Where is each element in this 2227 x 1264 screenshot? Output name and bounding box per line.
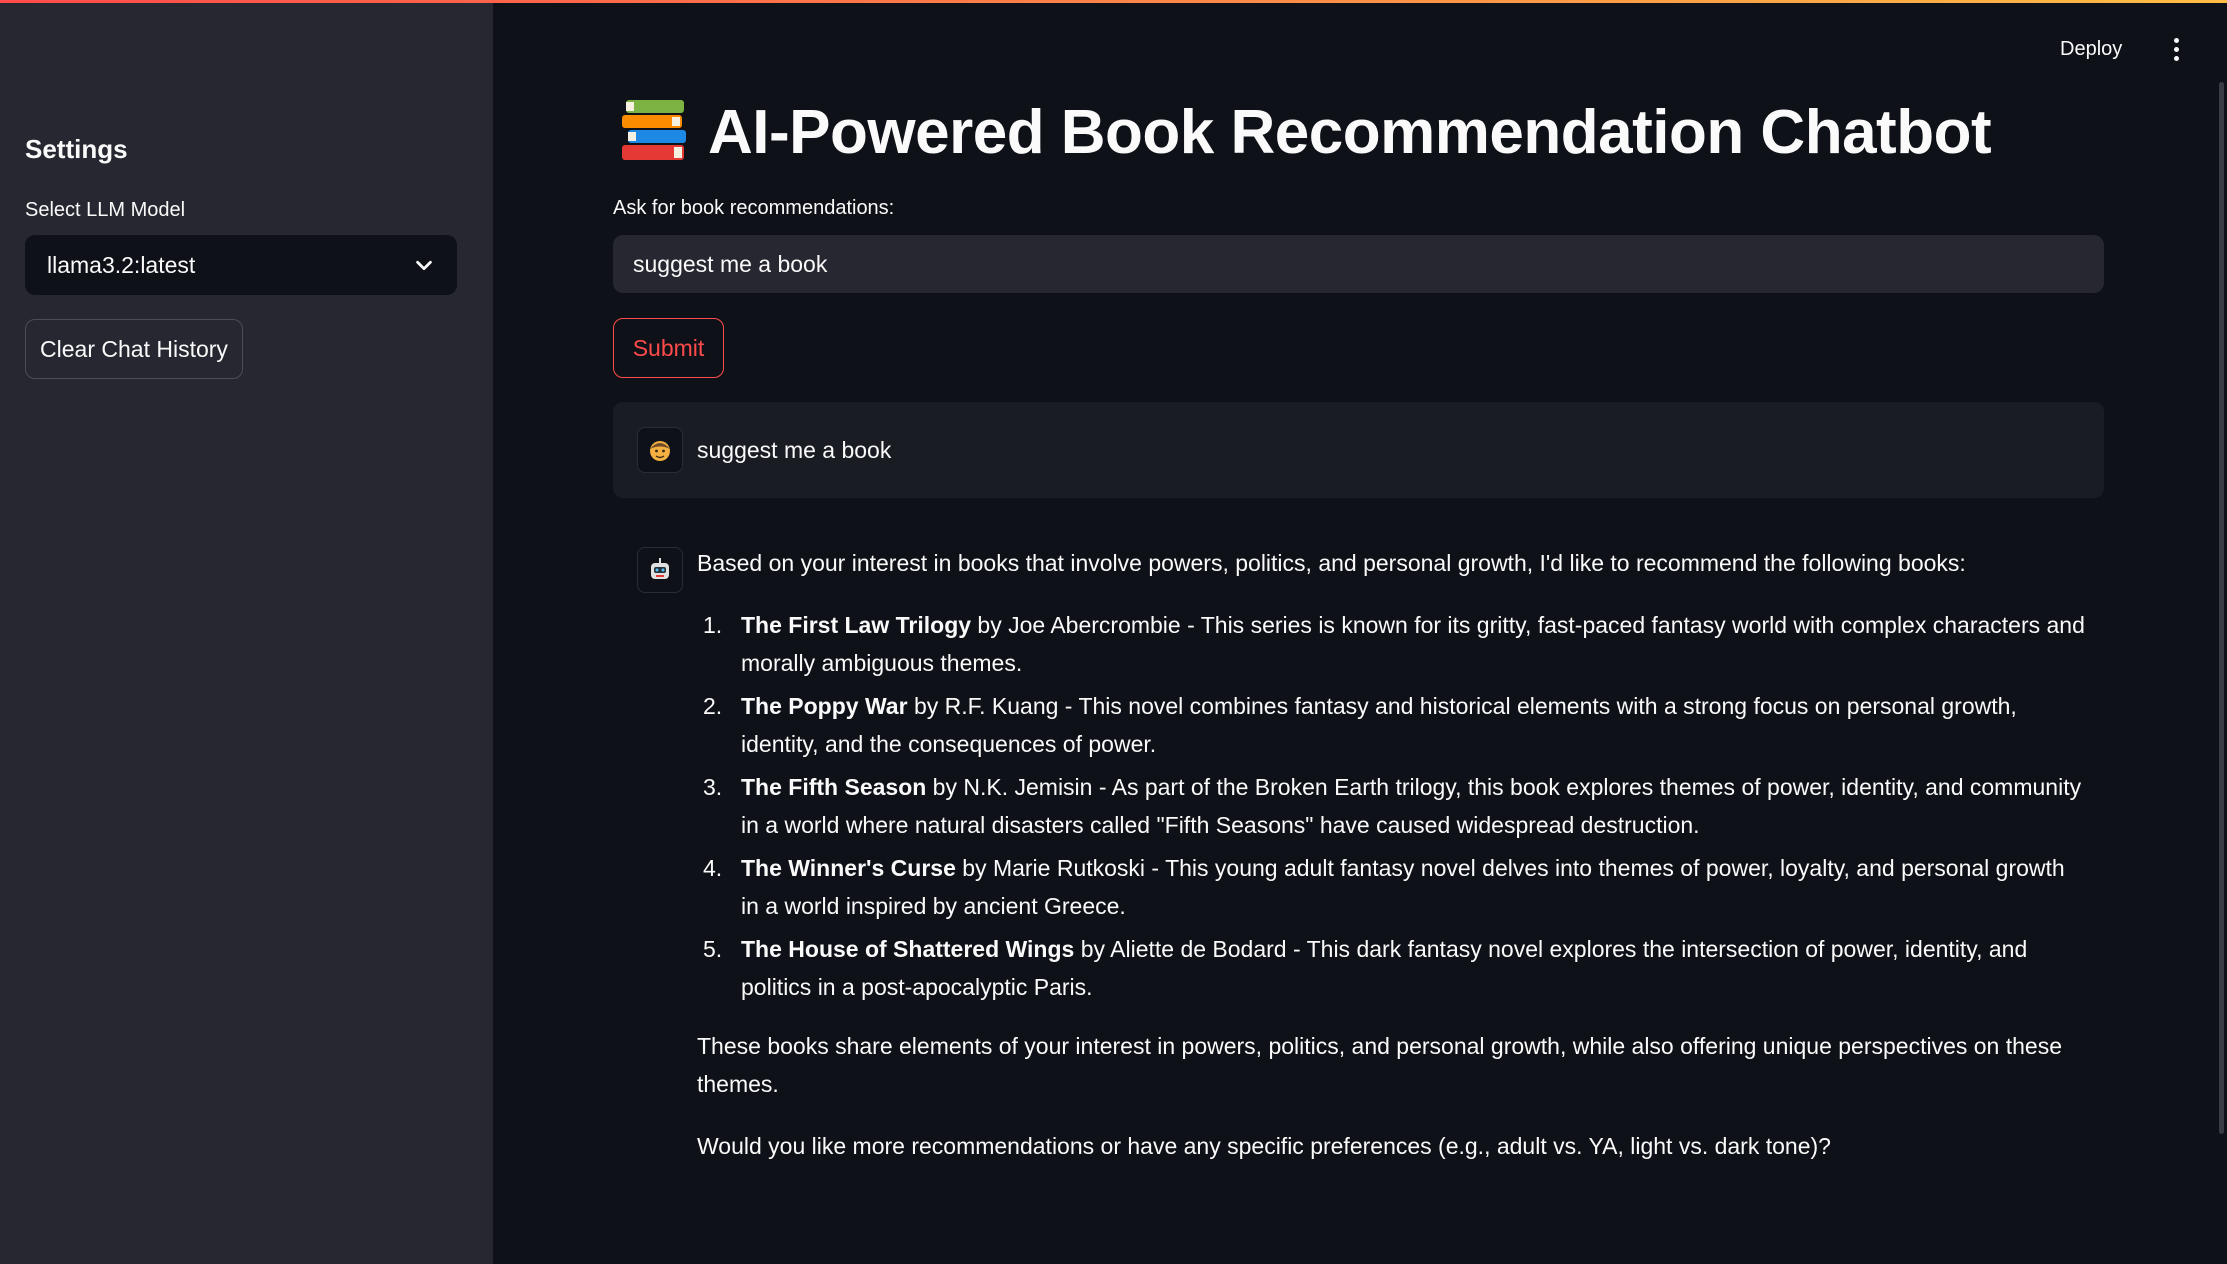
model-select[interactable]: llama3.2:latest [25, 235, 457, 295]
deploy-button[interactable]: Deploy [2060, 38, 2122, 61]
list-item: 4. The Winner's Curse by Marie Rutkoski … [697, 849, 2087, 925]
model-select-label: Select LLM Model [25, 199, 186, 221]
book-description: by N.K. Jemisin - As part of the Broken … [741, 774, 2082, 838]
book-title: The First Law Trilogy [741, 612, 972, 638]
assistant-outro: These books share elements of your inter… [697, 1033, 2063, 1097]
list-number: 1. [703, 612, 723, 638]
user-message: suggest me a book [613, 402, 2104, 498]
query-input[interactable] [613, 235, 2104, 293]
user-avatar-icon [637, 427, 683, 473]
book-title: The Winner's Curse [741, 855, 956, 881]
book-title: The Fifth Season [741, 774, 927, 800]
page-title: AI-Powered Book Recommendation Chatbot [708, 97, 1992, 167]
list-item: 1. The First Law Trilogy by Joe Abercrom… [697, 606, 2087, 682]
user-message-text: suggest me a book [697, 437, 892, 463]
clear-chat-history-button[interactable]: Clear Chat History [25, 319, 243, 379]
assistant-message-content: Based on your interest in books that inv… [697, 544, 2087, 1165]
assistant-intro: Based on your interest in books that inv… [697, 550, 1966, 576]
page-header: AI-Powered Book Recommendation Chatbot [620, 96, 1992, 168]
robot-avatar-icon [637, 547, 683, 593]
query-input-label: Ask for book recommendations: [613, 197, 895, 219]
list-item: 2. The Poppy War by R.F. Kuang - This no… [697, 687, 2087, 763]
books-icon [622, 100, 686, 160]
top-decoration-bar [0, 0, 2227, 3]
chevron-down-icon [416, 260, 432, 271]
list-number: 3. [703, 774, 723, 800]
list-item: 5. The House of Shattered Wings by Aliet… [697, 930, 2087, 1006]
submit-button[interactable]: Submit [613, 318, 724, 378]
sidebar: Settings Select LLM Model llama3.2:lates… [0, 0, 493, 1264]
book-title: The House of Shattered Wings [741, 936, 1075, 962]
kebab-menu-icon[interactable] [2168, 38, 2184, 68]
list-number: 2. [703, 693, 723, 719]
book-title: The Poppy War [741, 693, 908, 719]
list-number: 5. [703, 936, 723, 962]
recommendation-list: 1. The First Law Trilogy by Joe Abercrom… [697, 606, 2087, 1006]
list-item: 3. The Fifth Season by N.K. Jemisin - As… [697, 768, 2087, 844]
model-select-value: llama3.2:latest [47, 251, 196, 278]
sidebar-heading: Settings [25, 134, 128, 164]
list-number: 4. [703, 855, 723, 881]
assistant-question: Would you like more recommendations or h… [697, 1133, 1831, 1159]
book-description: by R.F. Kuang - This novel combines fant… [741, 693, 2017, 757]
main-scrollbar[interactable] [2219, 82, 2224, 1134]
